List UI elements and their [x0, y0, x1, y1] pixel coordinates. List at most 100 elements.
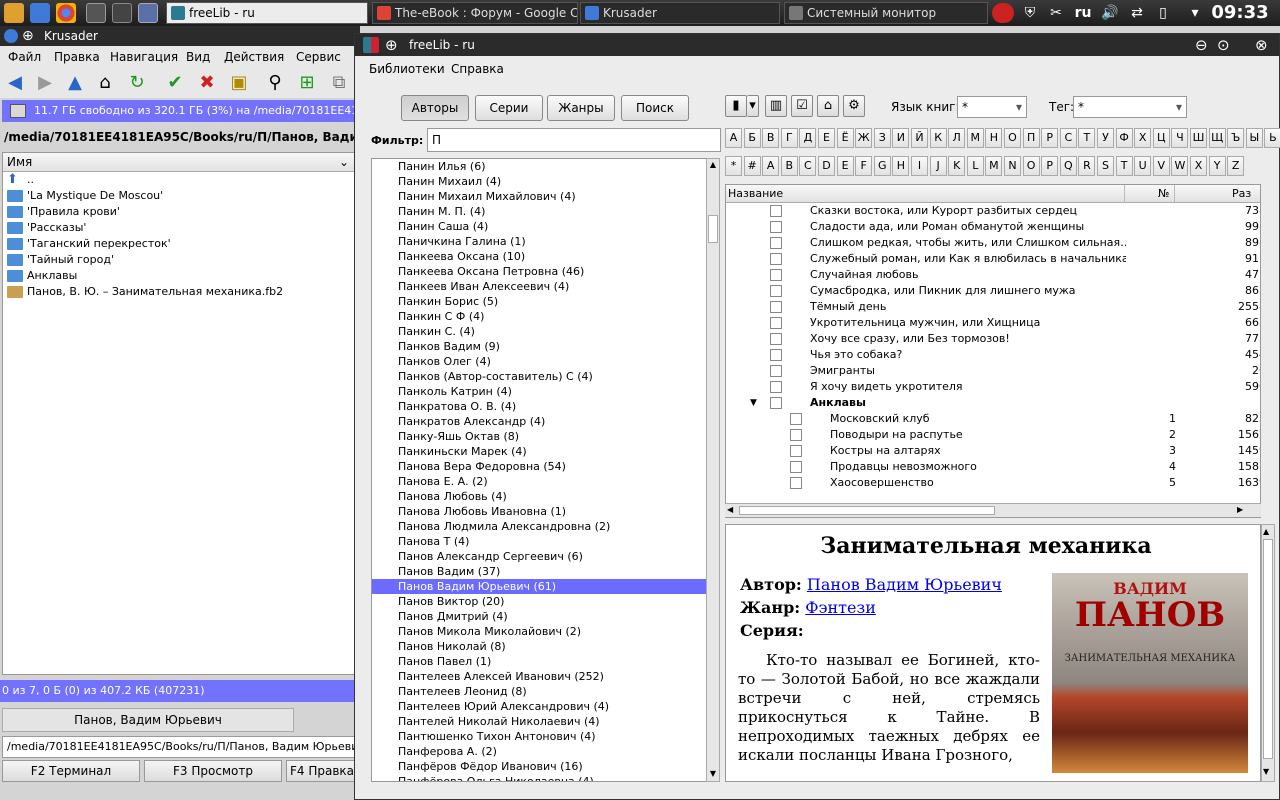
author-item[interactable]: Пантелеев Юрий Александрович (4) [372, 699, 706, 714]
book-cover-image[interactable]: ВАДИМ ПАНОВ ЗАНИМАТЕЛЬНАЯ МЕХАНИКА [1052, 573, 1248, 773]
menu-help[interactable]: Справка [451, 62, 504, 76]
volume-icon[interactable]: 🔊 [1098, 3, 1122, 23]
letter-button[interactable]: Х [1134, 128, 1152, 148]
author-item[interactable]: Панин Илья (6) [372, 159, 706, 174]
books-table[interactable]: Название № Раз Сказки востока, или Курор… [725, 184, 1261, 518]
letter-button[interactable]: Ъ [1227, 128, 1245, 148]
table-row[interactable]: Чья это собака? 454 [726, 347, 1260, 363]
author-item[interactable]: Панкин Борис (5) [372, 294, 706, 309]
author-item[interactable]: Панку-Яшь Октав (8) [372, 429, 706, 444]
table-row[interactable]: Укротительница мужчин, или Хищница 665 [726, 315, 1260, 331]
list-item[interactable]: ⬆.. [3, 172, 355, 188]
author-item[interactable]: Панкратов Александр (4) [372, 414, 706, 429]
column-header-name[interactable]: Имя ⌄ [3, 153, 355, 172]
author-item[interactable]: Панкин С. (4) [372, 324, 706, 339]
author-item[interactable]: Панов Павел (1) [372, 654, 706, 669]
table-row[interactable]: Поводыри на распутье 2 1562 [726, 427, 1260, 443]
book-checkbox[interactable] [790, 445, 802, 457]
table-row[interactable]: Сладости ада, или Роман обманутой женщин… [726, 219, 1260, 235]
tab-search[interactable]: Поиск [621, 95, 689, 121]
author-item[interactable]: Панфёрова Ольга Николаевна (4) [372, 774, 706, 781]
book-checkbox[interactable] [770, 269, 782, 281]
letter-button[interactable]: L [966, 156, 984, 176]
author-item[interactable]: Панин М. П. (4) [372, 204, 706, 219]
menu-actions[interactable]: Действия [224, 50, 284, 64]
checkbox-icon[interactable]: ☑ [791, 95, 813, 117]
scroll-left-icon[interactable]: ◀ [727, 505, 733, 514]
letter-button[interactable]: W [1171, 156, 1189, 176]
letter-button[interactable]: U [1134, 156, 1152, 176]
letter-button[interactable]: Ц [1152, 128, 1170, 148]
book-checkbox[interactable] [770, 253, 782, 265]
letter-button[interactable]: D [818, 156, 835, 176]
table-row[interactable]: Эмигранты 26 [726, 363, 1260, 379]
author-item[interactable]: Панова Вера Федоровна (54) [372, 459, 706, 474]
letter-button[interactable]: J [929, 156, 947, 176]
author-item[interactable]: Панков (Автор-составитель) С (4) [372, 369, 706, 384]
menu-libraries[interactable]: Библиотеки [369, 62, 445, 76]
author-item[interactable]: Панов Вадим (37) [372, 564, 706, 579]
letter-button[interactable]: А [725, 128, 742, 148]
letter-button[interactable]: Г [780, 128, 798, 148]
letter-button[interactable]: F [855, 156, 873, 176]
author-item[interactable]: Панин Саша (4) [372, 219, 706, 234]
author-link[interactable]: Панов Вадим Юрьевич [807, 575, 1002, 594]
scroll-up-icon[interactable]: ▲ [708, 160, 718, 170]
list-item[interactable]: Анклавы [3, 268, 355, 284]
scroll-thumb[interactable] [708, 215, 718, 243]
apps-menu-icon[interactable] [4, 3, 24, 23]
column-title[interactable]: Название [728, 185, 783, 203]
letter-button[interactable]: М [966, 128, 984, 148]
f3-view-button[interactable]: F3 Просмотр [144, 760, 282, 782]
author-item[interactable]: Пантелеев Алексей Иванович (252) [372, 669, 706, 684]
letter-button[interactable]: Q [1059, 156, 1077, 176]
book-checkbox[interactable] [770, 205, 782, 217]
letter-button[interactable]: B [780, 156, 798, 176]
file-list[interactable]: Имя ⌄ ⬆.. 'La Mystique De Moscou' 'Правил… [2, 152, 356, 675]
author-item[interactable]: Панкиньски Марек (4) [372, 444, 706, 459]
author-item[interactable]: Панов Дмитрий (4) [372, 609, 706, 624]
scroll-down-icon[interactable]: ▼ [1263, 767, 1269, 776]
scroll-down-icon[interactable]: ▼ [708, 769, 718, 779]
kde-icon[interactable] [30, 3, 50, 23]
author-item[interactable]: Панкратова О. В. (4) [372, 399, 706, 414]
letter-button[interactable]: # [743, 156, 761, 176]
author-item[interactable]: Панов Александр Сергеевич (6) [372, 549, 706, 564]
menu-file[interactable]: Файл [8, 50, 41, 64]
shield-icon[interactable]: ⛨ [1020, 3, 1040, 23]
author-item[interactable]: Панкеева Оксана (10) [372, 249, 706, 264]
panel-tab[interactable]: Панов, Вадим Юрьевич [2, 708, 294, 732]
search-binoculars-icon[interactable]: ⚲ [264, 72, 286, 94]
current-path[interactable]: /media/70181EE4181EA95C/Books/ru/П/Панов… [2, 127, 358, 147]
chevron-down-icon[interactable]: ⌄ [339, 153, 349, 172]
letter-button[interactable]: Щ [1208, 128, 1226, 148]
letter-button[interactable]: X [1190, 156, 1207, 176]
letter-button[interactable]: A [762, 156, 780, 176]
letter-button[interactable]: О [1004, 128, 1021, 148]
scroll-thumb[interactable] [739, 506, 995, 515]
clock-app-icon[interactable] [992, 3, 1014, 23]
task-krusader[interactable]: Krusader [580, 2, 780, 24]
unselect-icon[interactable]: ✖ [196, 72, 218, 94]
clock[interactable]: 09:33 [1206, 3, 1274, 23]
list-item[interactable]: 'Тайный город' [3, 252, 355, 268]
list-item[interactable]: Панов, В. Ю. – Занимательная механика.fb… [3, 284, 355, 300]
book-checkbox[interactable] [770, 349, 782, 361]
command-line-path[interactable]: /media/70181EE4181EA95C/Books/ru/П/Панов… [2, 736, 356, 758]
book-checkbox[interactable] [770, 317, 782, 329]
book-checkbox[interactable] [790, 413, 802, 425]
letter-button[interactable]: Z [1227, 156, 1245, 176]
chevron-down-icon[interactable]: ▾ [747, 95, 759, 117]
letter-button[interactable]: R [1078, 156, 1096, 176]
letter-button[interactable]: Ш [1190, 128, 1207, 148]
list-item[interactable]: 'Таганский перекресток' [3, 236, 355, 252]
letter-button[interactable]: M [985, 156, 1003, 176]
tab-authors[interactable]: Авторы [401, 95, 469, 121]
chrome-icon[interactable] [56, 3, 76, 23]
book-checkbox[interactable] [770, 221, 782, 233]
author-item[interactable]: Панов Виктор (20) [372, 594, 706, 609]
phone-icon[interactable]: ▯ [1154, 3, 1172, 23]
letter-button[interactable]: Ж [855, 128, 873, 148]
author-item[interactable]: Панов Микола Миколайович (2) [372, 624, 706, 639]
cursor-icon[interactable] [138, 3, 158, 23]
